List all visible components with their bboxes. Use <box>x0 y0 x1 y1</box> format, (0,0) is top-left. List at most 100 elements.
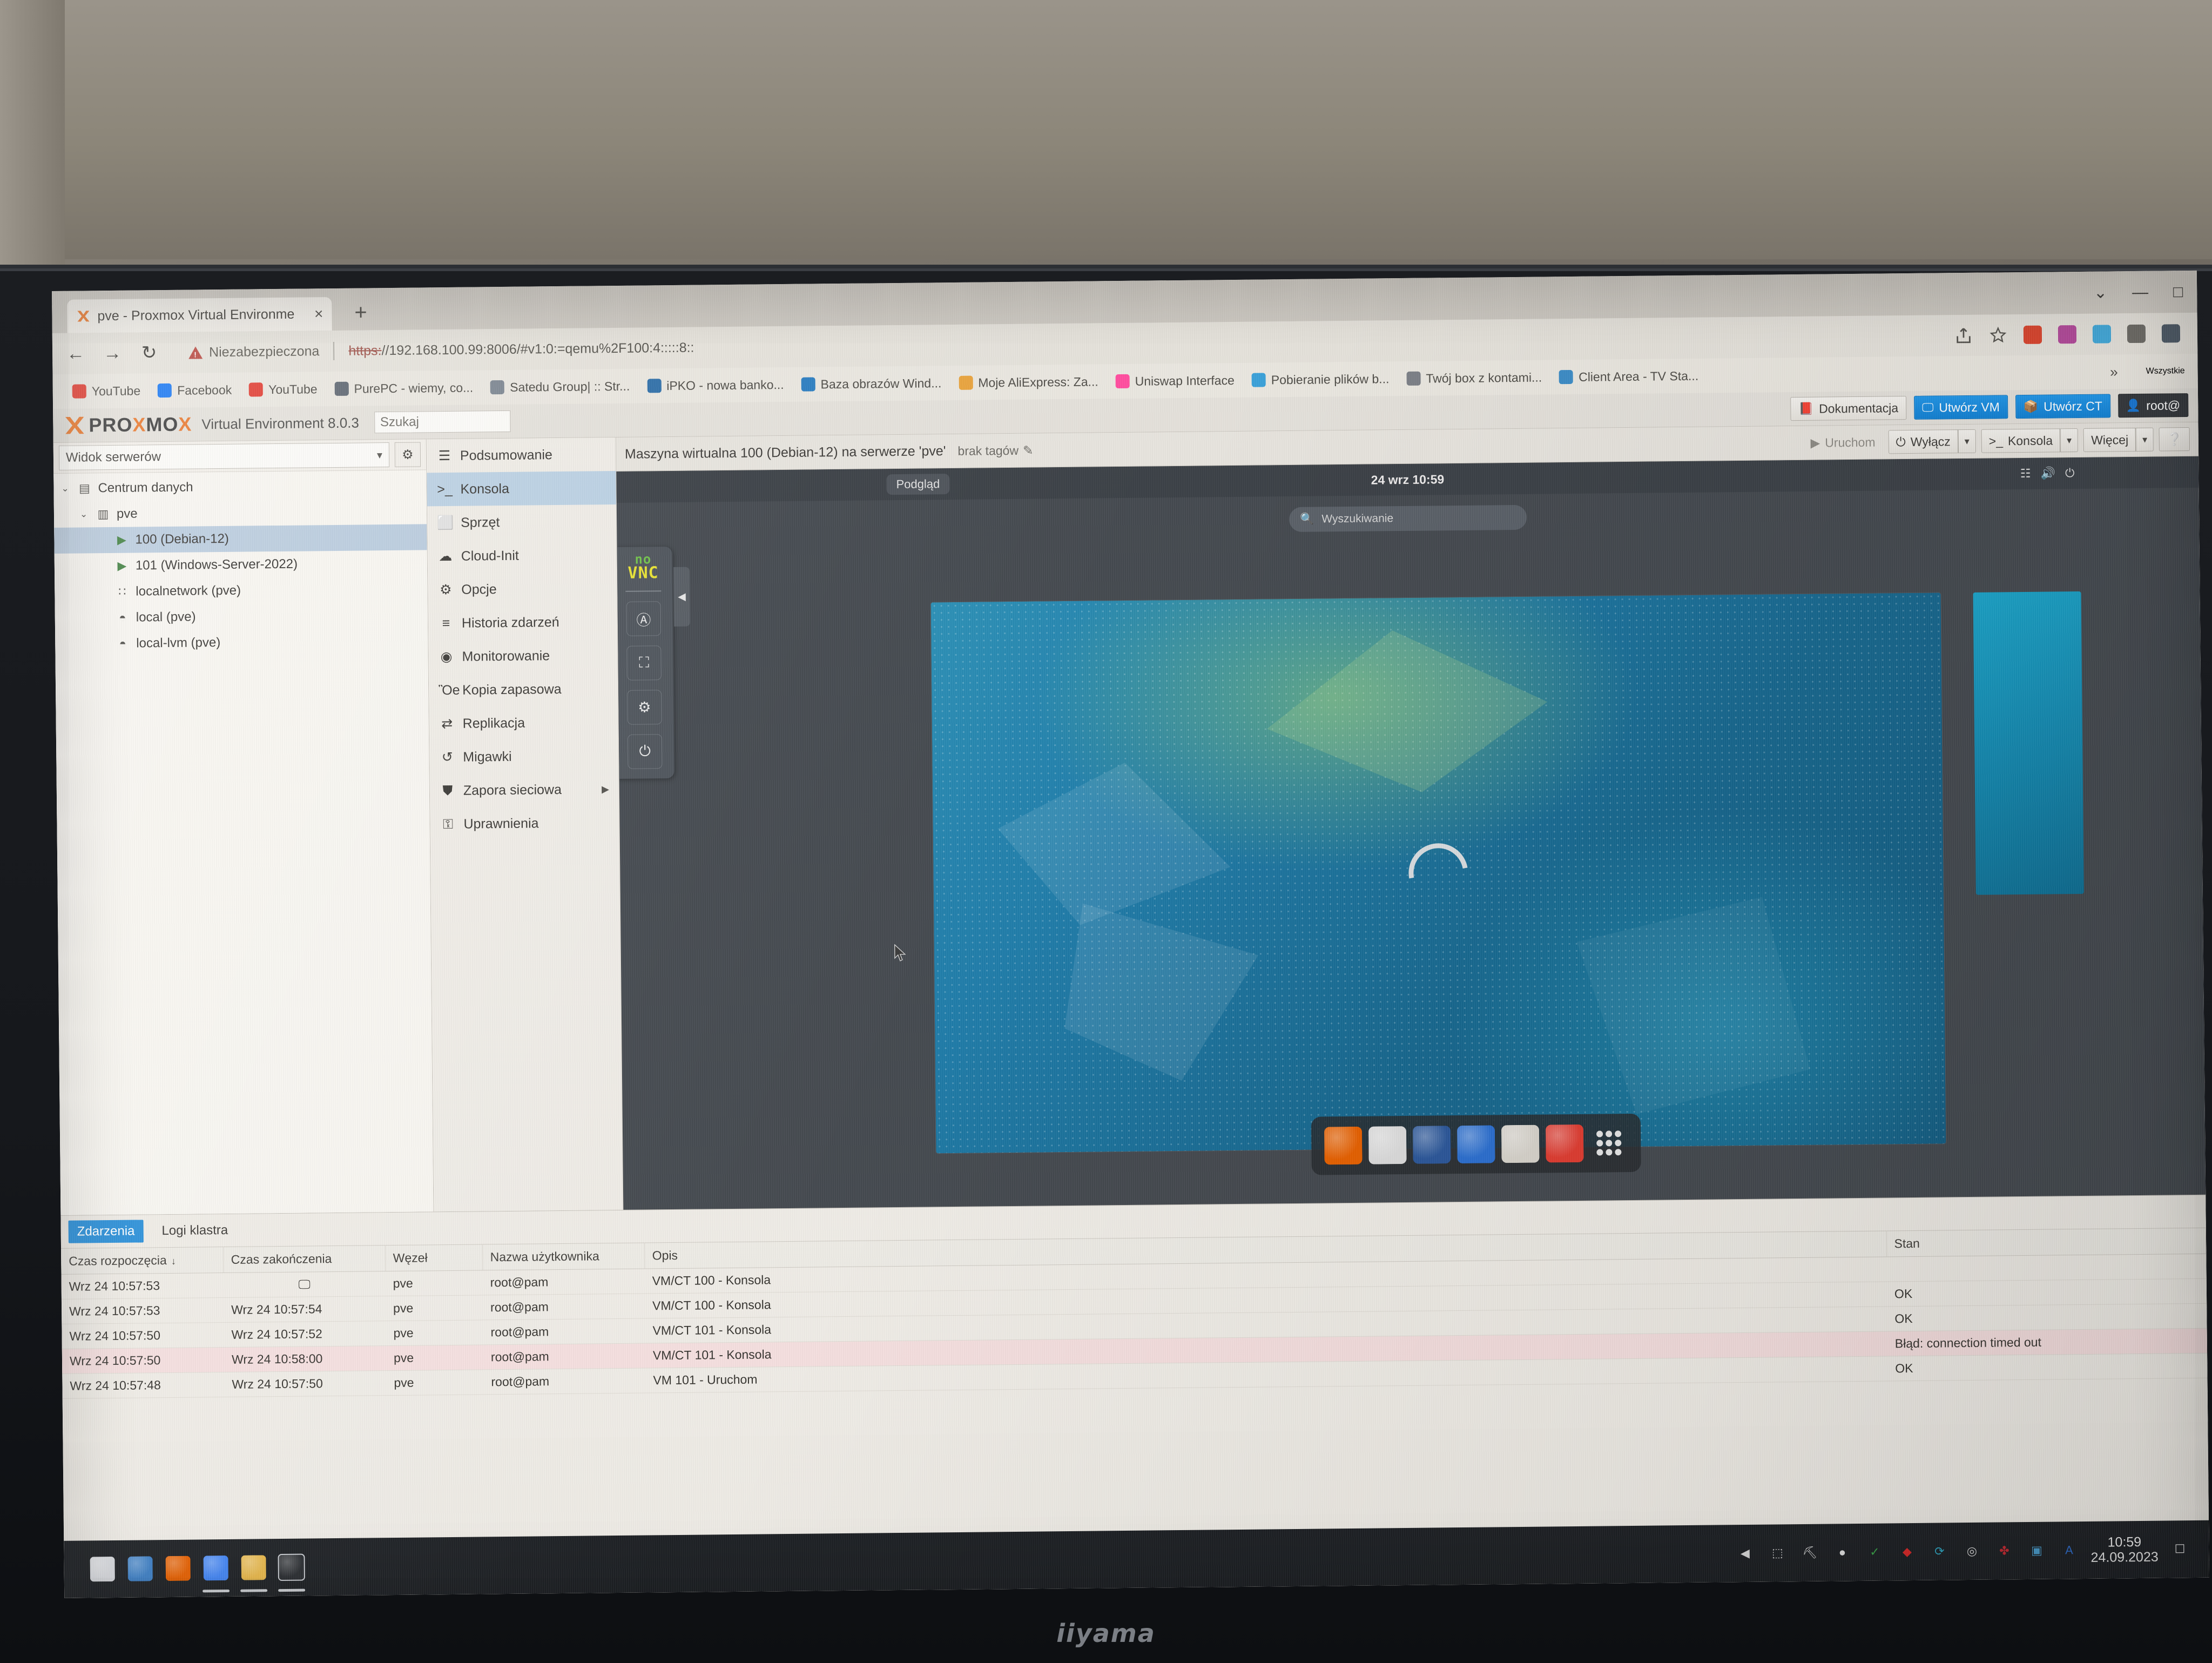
console-dropdown-arrow[interactable]: ▾ <box>2060 428 2078 452</box>
view-selector[interactable]: Widok serwerów ▾ <box>59 442 389 470</box>
taskbar-clock[interactable]: 10:59 24.09.2023 <box>2090 1534 2159 1565</box>
vnc-console[interactable]: Podgląd 24 wrz 10:59 ☷ 🔊 ⏻ 🔍 <box>616 456 2206 1210</box>
tray-defender-icon[interactable]: ✓ <box>1864 1541 1885 1563</box>
gear-icon[interactable]: ⚙ <box>395 442 421 467</box>
log-tab-logi-klastra[interactable]: Logi klastra <box>153 1219 237 1242</box>
minimize-button[interactable]: — <box>2132 283 2148 301</box>
tree-item-localnetwork-pve[interactable]: ∷localnetwork (pve) <box>55 576 427 605</box>
bookmark-item[interactable]: Client Area - TV Sta... <box>1553 366 1705 387</box>
tree-item-local-pve[interactable]: ◓local (pve) <box>55 602 428 631</box>
novnc-collapse-handle[interactable]: ◀ <box>673 567 690 627</box>
bookmark-item[interactable]: Twój box z kontami... <box>1400 368 1548 388</box>
libreoffice-writer-icon[interactable] <box>1413 1126 1451 1164</box>
browser-tab-proxmox[interactable]: pve - Proxmox Virtual Environme × <box>67 297 332 333</box>
search-input[interactable]: Szukaj <box>374 410 510 433</box>
help-icon[interactable]: ❔ <box>2159 427 2190 452</box>
bookmark-item[interactable]: YouTube <box>242 380 324 399</box>
fullscreen-icon[interactable]: ⛶ <box>626 645 662 681</box>
tray-usb-icon[interactable]: ⛏ <box>1799 1542 1820 1564</box>
thunderbird-icon[interactable] <box>1368 1126 1407 1164</box>
address-bar[interactable]: https://192.168.100.99:8006/#v1:0:=qemu%… <box>348 340 694 359</box>
tree-item-pve[interactable]: ⌄▥pve <box>54 498 427 528</box>
help-icon[interactable] <box>1546 1125 1584 1163</box>
profile-avatar[interactable] <box>2162 324 2180 342</box>
chevron-down-icon[interactable]: ⌄ <box>2094 283 2107 302</box>
settings-icon[interactable]: ⚙ <box>627 690 662 725</box>
bookmark-item[interactable]: Baza obrazów Wind... <box>794 374 948 394</box>
tray-volume-icon[interactable]: ◀ <box>1734 1543 1756 1564</box>
bookmark-item[interactable]: iPKO - nowa banko... <box>640 375 791 395</box>
log-tab-zdarzenia[interactable]: Zdarzenia <box>69 1220 144 1243</box>
tree-item-local-lvm-pve[interactable]: ◓local-lvm (pve) <box>55 628 428 657</box>
vm-menu-item-konsola[interactable]: >_Konsola <box>427 471 616 506</box>
log-column-w-ze[interactable]: Węzeł <box>385 1244 482 1271</box>
extension-a-icon[interactable] <box>2024 326 2042 344</box>
taskbar-firefox[interactable] <box>161 1552 195 1586</box>
shutdown-dropdown-arrow[interactable]: ▾ <box>1958 429 1975 453</box>
bookmark-item[interactable]: Pobieranie plików b... <box>1245 369 1396 390</box>
taskbar-terminal[interactable] <box>274 1551 308 1585</box>
tree-expander[interactable]: ⌄ <box>61 483 71 494</box>
tree-item-centrum-danych[interactable]: ⌄▤Centrum danych <box>53 472 426 502</box>
more-button[interactable]: Więcej <box>2083 428 2136 452</box>
tray-anydesk-icon[interactable]: ◆ <box>1896 1541 1918 1563</box>
show-apps-icon[interactable] <box>1590 1124 1628 1162</box>
tags-area[interactable]: brak tagów ✎ <box>957 443 1033 458</box>
start-button[interactable] <box>85 1552 119 1586</box>
vm-menu-item-podsumowanie[interactable]: ☰Podsumowanie <box>427 437 616 473</box>
taskbar-explorer[interactable] <box>237 1551 271 1585</box>
bookmark-item[interactable]: YouTube <box>66 381 147 401</box>
log-column-czas-zako-czenia[interactable]: Czas zakończenia <box>223 1245 385 1273</box>
topbar-button-dokumentacja[interactable]: 📕Dokumentacja <box>1790 396 1906 421</box>
tree-item-100-debian-12[interactable]: ▶100 (Debian-12) <box>54 524 427 554</box>
log-column-stan[interactable]: Stan <box>1886 1228 2206 1257</box>
guest-search-box[interactable]: 🔍 Wyszukiwanie <box>1289 505 1527 532</box>
files-icon[interactable] <box>1457 1125 1495 1163</box>
vm-menu-item-uprawnienia[interactable]: ⚿Uprawnienia <box>430 806 619 841</box>
close-icon[interactable]: × <box>314 305 323 322</box>
tray-dropbox-icon[interactable]: ● <box>1831 1541 1853 1563</box>
vm-menu-item-sprz-t[interactable]: ⬜Sprzęt <box>427 504 617 540</box>
console-button[interactable]: >_ Konsola <box>1981 428 2061 453</box>
power-icon[interactable]: ⏻ <box>628 734 663 769</box>
log-column-nazwa-u-ytkownika[interactable]: Nazwa użytkownika <box>482 1243 644 1270</box>
vm-menu-item-opcje[interactable]: ⚙Opcje <box>428 571 617 607</box>
notification-icon[interactable]: ☐ <box>2169 1538 2190 1560</box>
software-icon[interactable] <box>1501 1125 1540 1163</box>
guest-desktop-second-window[interactable] <box>1973 591 2084 895</box>
tray-teamviewer-icon[interactable]: ⟳ <box>1928 1540 1950 1562</box>
vm-menu-item-historia-zdarze[interactable]: ≡Historia zdarzeń <box>428 605 618 640</box>
bookmark-item[interactable]: Moje AliExpress: Za... <box>952 372 1105 393</box>
chevron-right-icon[interactable]: ▶ <box>602 784 609 795</box>
share-icon[interactable] <box>1954 326 1973 345</box>
bookmark-item[interactable]: PurePC - wiemy, co... <box>328 378 480 399</box>
bookmark-item[interactable]: Uniswap Interface <box>1109 371 1241 390</box>
vm-menu-item-replikacja[interactable]: ⇄Replikacja <box>429 705 618 740</box>
bookmark-item[interactable]: Facebook <box>151 380 238 400</box>
all-bookmarks-label[interactable]: Wszystkie <box>2146 366 2185 376</box>
vm-menu-item-cloud-init[interactable]: ☁Cloud-Init <box>427 538 617 573</box>
tray-raspberry-icon[interactable]: ✤ <box>1993 1540 2015 1561</box>
vm-menu-item-migawki[interactable]: ↺Migawki <box>429 739 619 774</box>
log-column-czas-rozpocz-cia[interactable]: Czas rozpoczęcia↓ <box>61 1247 223 1275</box>
vm-menu-item-zapora-sieciowa[interactable]: ⛊Zapora sieciowa▶ <box>430 772 619 807</box>
new-tab-button[interactable]: + <box>354 304 367 320</box>
start-button[interactable]: ▶ Uruchom <box>1803 430 1883 454</box>
tray-network-icon[interactable]: ⬚ <box>1766 1542 1788 1564</box>
keyboard-icon[interactable]: Ⓐ <box>626 601 662 636</box>
shutdown-button[interactable]: ⏻ Wyłącz <box>1888 429 1958 454</box>
extension-b-icon[interactable] <box>2058 325 2076 344</box>
maximize-button[interactable]: □ <box>2173 283 2183 301</box>
topbar-button-utw-rz-ct[interactable]: 📦Utwórz CT <box>2015 394 2110 419</box>
vm-menu-item-kopia-zapasowa[interactable]: ὋeKopia zapasowa <box>429 672 618 707</box>
forward-button[interactable]: → <box>101 342 124 363</box>
extension-puzzle-icon[interactable] <box>2127 325 2146 343</box>
topbar-button-root-[interactable]: 👤root@ <box>2118 393 2189 418</box>
tree-item-101-windows-server-2022[interactable]: ▶101 (Windows-Server-2022) <box>55 550 427 580</box>
site-security-indicator[interactable]: Niezabezpieczona <box>188 344 320 360</box>
reload-button[interactable]: ↻ <box>138 342 160 363</box>
pencil-icon[interactable]: ✎ <box>1023 443 1034 457</box>
guest-desktop-wallpaper[interactable] <box>931 593 1946 1153</box>
tray-device-icon[interactable]: ◎ <box>1961 1540 1982 1562</box>
tray-image-icon[interactable]: ▣ <box>2026 1540 2047 1561</box>
